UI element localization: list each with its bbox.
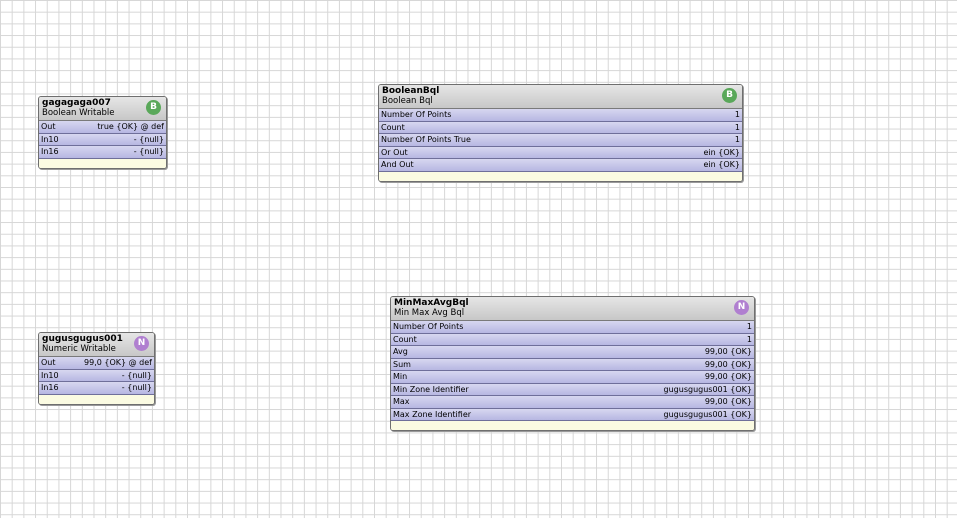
component-header[interactable]: gagagaga007 Boolean Writable B xyxy=(39,97,166,121)
slot-value: - {null} xyxy=(133,134,164,144)
slot-label: Out xyxy=(41,122,56,132)
slot-label: Max xyxy=(393,397,410,407)
slot-row[interactable]: Max Zone Identifier gugusgugus001 {OK} xyxy=(391,408,754,421)
slot-value: gugusgugus001 {OK} xyxy=(663,409,752,419)
component-type: Boolean Writable xyxy=(42,108,115,118)
component-gugusgugus001[interactable]: gugusgugus001 Numeric Writable N Out 99,0… xyxy=(38,332,155,405)
slot-label: Max Zone Identifier xyxy=(393,409,472,419)
slot-label: And Out xyxy=(381,160,414,170)
slot-value: 1 xyxy=(746,322,752,332)
slot-value: gugusgugus001 {OK} xyxy=(663,384,752,394)
slot-value: 99,00 {OK} xyxy=(704,359,752,369)
slot-row[interactable]: In10 - {null} xyxy=(39,133,166,146)
slot-value: 99,00 {OK} xyxy=(704,397,752,407)
slot-label: In16 xyxy=(41,383,59,393)
slot-row[interactable]: And Out ein {OK} xyxy=(379,159,742,172)
numeric-badge-icon: N xyxy=(734,300,749,315)
slot-row[interactable]: In16 - {null} xyxy=(39,146,166,159)
slot-label: In10 xyxy=(41,370,59,380)
slot-row[interactable]: Number Of Points 1 xyxy=(391,321,754,334)
slot-row[interactable]: Or Out ein {OK} xyxy=(379,146,742,159)
component-minmaxavgbql[interactable]: MinMaxAvgBql Min Max Avg Bql N Number Of… xyxy=(390,296,755,431)
component-gagagaga007[interactable]: gagagaga007 Boolean Writable B Out true {… xyxy=(38,96,167,169)
component-header[interactable]: BooleanBql Boolean Bql B xyxy=(379,85,742,109)
slot-row[interactable]: Out true {OK} @ def xyxy=(39,121,166,134)
slot-label: In10 xyxy=(41,134,59,144)
slot-value: 99,0 {OK} @ def xyxy=(84,358,152,368)
slot-row[interactable]: Min Zone Identifier gugusgugus001 {OK} xyxy=(391,383,754,396)
boolean-badge-icon: B xyxy=(146,100,161,115)
slot-row[interactable]: Count 1 xyxy=(391,333,754,346)
boolean-badge-icon: B xyxy=(722,88,737,103)
component-title: gagagaga007 xyxy=(42,98,111,108)
slot-label: Sum xyxy=(393,359,411,369)
slot-label: Count xyxy=(393,334,417,344)
slot-label: Min Zone Identifier xyxy=(393,384,469,394)
slot-value: - {null} xyxy=(133,147,164,157)
slot-row[interactable]: Count 1 xyxy=(379,121,742,134)
slot-row[interactable]: Out 99,0 {OK} @ def xyxy=(39,357,154,370)
slot-value: ein {OK} xyxy=(703,147,740,157)
slot-label: Or Out xyxy=(381,147,408,157)
slot-row[interactable]: Avg 99,00 {OK} xyxy=(391,346,754,359)
numeric-badge-icon: N xyxy=(134,336,149,351)
slot-row[interactable]: In16 - {null} xyxy=(39,382,154,395)
slot-value: 99,00 {OK} xyxy=(704,347,752,357)
component-header[interactable]: gugusgugus001 Numeric Writable N xyxy=(39,333,154,357)
component-footer xyxy=(391,421,754,430)
component-footer xyxy=(39,394,154,404)
component-type: Boolean Bql xyxy=(382,96,433,106)
slot-row[interactable]: Number Of Points 1 xyxy=(379,109,742,122)
slot-value: true {OK} @ def xyxy=(97,122,164,132)
slot-label: Number Of Points True xyxy=(381,135,471,145)
component-footer xyxy=(39,158,166,168)
slot-value: 1 xyxy=(734,135,740,145)
slot-value: - {null} xyxy=(121,370,152,380)
slot-row[interactable]: Max 99,00 {OK} xyxy=(391,396,754,409)
slot-row[interactable]: Sum 99,00 {OK} xyxy=(391,358,754,371)
slot-label: Avg xyxy=(393,347,408,357)
slot-value: - {null} xyxy=(121,383,152,393)
slot-value: 99,00 {OK} xyxy=(704,372,752,382)
slot-row[interactable]: Number Of Points True 1 xyxy=(379,134,742,147)
slot-label: Min xyxy=(393,372,408,382)
slot-label: Number Of Points xyxy=(393,322,464,332)
slot-label: Count xyxy=(381,122,405,132)
component-booleanbql[interactable]: BooleanBql Boolean Bql B Number Of Point… xyxy=(378,84,743,182)
slot-value: ein {OK} xyxy=(703,160,740,170)
slot-row[interactable]: In10 - {null} xyxy=(39,369,154,382)
component-footer xyxy=(379,171,742,181)
component-header[interactable]: MinMaxAvgBql Min Max Avg Bql N xyxy=(391,297,754,321)
slot-label: Number Of Points xyxy=(381,110,452,120)
component-title: MinMaxAvgBql xyxy=(394,298,469,308)
slot-row[interactable]: Min 99,00 {OK} xyxy=(391,371,754,384)
slot-value: 1 xyxy=(746,334,752,344)
slot-label: Out xyxy=(41,358,56,368)
slot-label: In16 xyxy=(41,147,59,157)
component-title: BooleanBql xyxy=(382,86,440,96)
component-type: Min Max Avg Bql xyxy=(394,308,465,318)
slot-value: 1 xyxy=(734,110,740,120)
slot-value: 1 xyxy=(734,122,740,132)
